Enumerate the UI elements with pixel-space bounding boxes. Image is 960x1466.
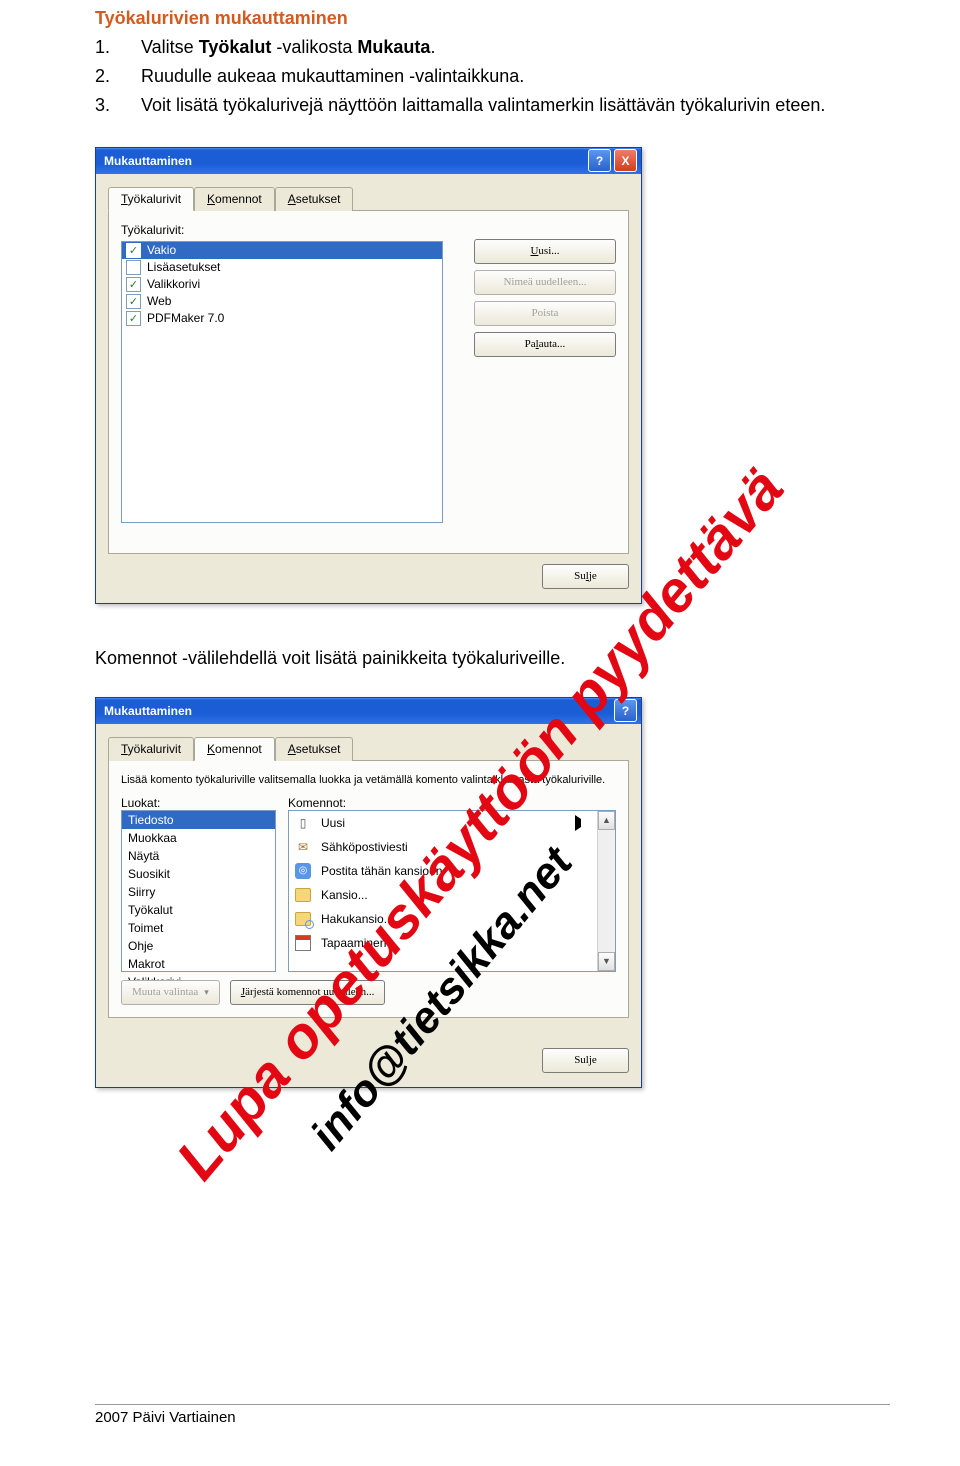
tabstrip: Työkalurivit Komennot Asetukset [108,186,629,211]
toolbars-listbox[interactable]: ✓Vakio Lisäasetukset ✓Valikkorivi ✓Web ✓… [121,241,443,523]
list-item[interactable]: ▯ Uusi [289,811,615,835]
chevron-right-icon [575,815,589,831]
list-item[interactable]: Hakukansio... [289,907,615,931]
close-icon[interactable]: X [614,149,637,172]
description-text: Lisää komento työkaluriville valitsemall… [121,773,616,788]
step-1: 1. Valitse Työkalut -valikosta Mukauta. [95,35,890,60]
commands-listbox[interactable]: ▯ Uusi ✉ Sähköpostiviesti ◎ [288,810,616,972]
rearrange-commands-button[interactable]: Järjestä komennot uudelleen... [230,980,386,1005]
list-item[interactable]: Makrot [122,955,275,973]
tab-settings[interactable]: Asetukset [275,737,354,761]
dialog-title: Mukauttaminen [104,704,192,718]
tab-toolbars[interactable]: Työkalurivit [108,187,194,211]
scrollbar[interactable]: ▲ ▼ [597,811,615,971]
list-item[interactable]: Suosikit [122,865,275,883]
scroll-up-icon[interactable]: ▲ [598,811,615,830]
close-button[interactable]: Sulje [542,1048,629,1073]
step-2: 2. Ruudulle aukeaa mukauttaminen -valint… [95,64,890,89]
delete-button: Poista [474,301,616,326]
list-item[interactable]: Toimet [122,919,275,937]
checkbox-icon[interactable]: ✓ [126,277,141,292]
new-document-icon: ▯ [295,815,311,831]
search-folder-icon [295,911,311,927]
help-button[interactable]: ? [588,149,611,172]
tab-commands[interactable]: Komennot [194,737,275,761]
list-item[interactable]: ✉ Sähköpostiviesti [289,835,615,859]
list-item[interactable]: ✓PDFMaker 7.0 [122,310,442,327]
checkbox-icon[interactable]: ✓ [126,311,141,326]
commands-label: Komennot: [288,796,616,810]
list-item[interactable]: Muokkaa [122,829,275,847]
list-item[interactable]: Työkalut [122,901,275,919]
checkbox-icon[interactable]: ✓ [126,294,141,309]
modify-selection-button: Muuta valintaa [121,980,220,1005]
mid-paragraph: Komennot -välilehdellä voit lisätä paini… [95,648,890,669]
calendar-icon [295,935,311,951]
tab-settings[interactable]: Asetukset [275,187,354,211]
list-item[interactable]: Lisäasetukset [122,259,442,276]
titlebar: Mukauttaminen ? X [96,148,641,174]
list-item[interactable]: Tiedosto [122,811,275,829]
customize-dialog-toolbars: Mukauttaminen ? X Työkalurivit Komennot … [95,147,642,604]
tabstrip: Työkalurivit Komennot Asetukset [108,736,629,761]
reset-button[interactable]: Palauta... [474,332,616,357]
checkbox-icon[interactable] [126,260,141,275]
list-item[interactable]: Siirry [122,883,275,901]
post-icon: ◎ [295,863,311,879]
list-item[interactable]: Tapaaminen [289,931,615,955]
rename-button: Nimeä uudelleen... [474,270,616,295]
step-3: 3. Voit lisätä työkalurivejä näyttöön la… [95,93,890,118]
categories-label: Luokat: [121,796,276,810]
checkbox-icon[interactable]: ✓ [126,243,141,258]
customize-dialog-commands: Mukauttaminen ? Työkalurivit Komennot As… [95,697,642,1088]
close-button[interactable]: Sulje [542,564,629,589]
scroll-down-icon[interactable]: ▼ [598,952,615,971]
new-button[interactable]: Uusi... [474,239,616,264]
list-item[interactable]: ✓Vakio [122,242,442,259]
folder-icon [295,887,311,903]
list-item[interactable]: ◎ Postita tähän kansioon [289,859,615,883]
tab-commands[interactable]: Komennot [194,187,275,211]
list-item[interactable]: ✓Web [122,293,442,310]
categories-listbox[interactable]: Tiedosto Muokkaa Näytä Suosikit Siirry T… [121,810,276,972]
help-button[interactable]: ? [614,699,637,722]
toolbars-label: Työkalurivit: [121,223,616,237]
page-title: Työkalurivien mukauttaminen [95,8,890,29]
tab-toolbars[interactable]: Työkalurivit [108,737,194,761]
list-item[interactable]: Kansio... [289,883,615,907]
mail-icon: ✉ [295,839,311,855]
list-item[interactable]: ✓Valikkorivi [122,276,442,293]
page-footer: 2007 Päivi Vartiainen [95,1404,890,1426]
titlebar: Mukauttaminen ? [96,698,641,724]
list-item[interactable]: Ohje [122,937,275,955]
dialog-title: Mukauttaminen [104,154,192,168]
list-item[interactable]: Näytä [122,847,275,865]
